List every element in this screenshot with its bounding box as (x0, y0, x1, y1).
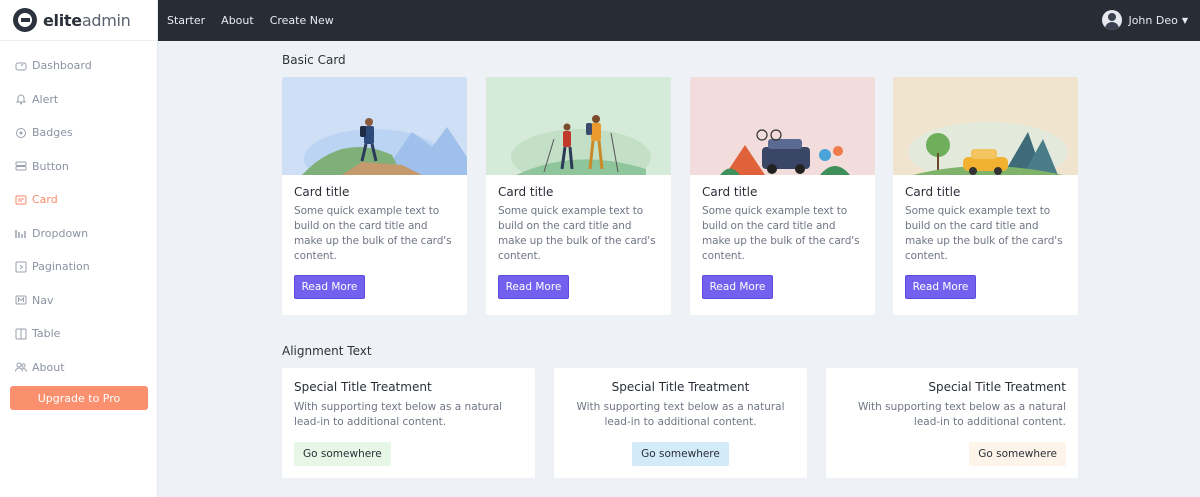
badge-icon (15, 127, 27, 139)
card-image (893, 77, 1078, 175)
button-icon (15, 160, 27, 172)
upgrade-to-pro-button[interactable]: Upgrade to Pro (10, 386, 148, 410)
section-title-alignment-text: Alignment Text (282, 344, 372, 358)
read-more-button[interactable]: Read More (498, 275, 569, 299)
sidebar-item-dropdown[interactable]: Dropdown (0, 217, 157, 251)
card-image (282, 77, 467, 175)
card-text: With supporting text below as a natural … (857, 401, 1066, 428)
sidebar-item-label: Dropdown (32, 226, 89, 240)
card-image (486, 77, 671, 175)
brand-name: eliteadmin (43, 10, 131, 30)
card: Card title Some quick example text to bu… (282, 77, 467, 315)
card-title: Special Title Treatment (611, 380, 750, 394)
card-title: Card title (294, 185, 350, 199)
sidebar-item-pagination[interactable]: Pagination (0, 250, 157, 284)
logo-icon (13, 8, 37, 32)
sidebar-item-dashboard[interactable]: Dashboard (0, 49, 157, 83)
sidebar-item-label: Nav (32, 293, 54, 307)
card-text: With supporting text below as a natural … (294, 401, 503, 428)
caret-down-icon: ▼ (1181, 15, 1188, 25)
sidebar-item-badges[interactable]: Badges (0, 116, 157, 150)
card-image (690, 77, 875, 175)
sidebar-item-label: Dashboard (32, 59, 92, 73)
read-more-button[interactable]: Read More (905, 275, 976, 299)
table-icon (15, 328, 27, 340)
nav-link-starter[interactable]: Starter (167, 14, 205, 27)
sidebar-item-label: Table (32, 327, 61, 341)
card-text: Some quick example text to build on the … (498, 205, 656, 262)
sidebar-item-nav[interactable]: Nav (0, 284, 157, 318)
alignment-card-center: Special Title Treatment With supporting … (554, 368, 807, 478)
avatar (1102, 10, 1123, 30)
card-title: Card title (702, 185, 758, 199)
sidebar-item-label: About (32, 360, 65, 374)
bell-icon (15, 93, 27, 105)
sidebar-item-label: Alert (32, 92, 59, 106)
dashboard-icon (15, 60, 27, 72)
card: Card title Some quick example text to bu… (486, 77, 671, 315)
user-name: John Deo (1128, 13, 1178, 27)
read-more-button[interactable]: Read More (702, 275, 773, 299)
card-text: Some quick example text to build on the … (294, 205, 452, 262)
sidebar-item-about[interactable]: About (0, 351, 157, 385)
nav-link-about[interactable]: About (221, 14, 254, 27)
topbar: Starter About Create New John Deo ▼ (158, 0, 1200, 41)
users-icon (15, 361, 27, 373)
sidebar-item-label: Button (32, 159, 69, 173)
card-title: Card title (498, 185, 554, 199)
card: Card title Some quick example text to bu… (690, 77, 875, 315)
nav-link-create-new[interactable]: Create New (270, 14, 334, 27)
go-somewhere-button[interactable]: Go somewhere (294, 442, 391, 466)
sidebar-item-label: Badges (32, 126, 73, 140)
card-icon (15, 194, 27, 206)
brand-logo[interactable]: eliteadmin (0, 0, 157, 41)
card-title: Special Title Treatment (294, 380, 432, 394)
sidebar: eliteadmin Dashboard Alert Badges Button… (0, 0, 158, 497)
read-more-button[interactable]: Read More (294, 275, 365, 299)
card: Card title Some quick example text to bu… (893, 77, 1078, 315)
pagination-icon (15, 261, 27, 273)
sidebar-item-alert[interactable]: Alert (0, 83, 157, 117)
nav-icon (15, 294, 27, 306)
user-menu[interactable]: John Deo ▼ (1102, 10, 1188, 30)
card-text: With supporting text below as a natural … (576, 401, 785, 428)
section-title-basic-card: Basic Card (282, 53, 346, 67)
go-somewhere-button[interactable]: Go somewhere (632, 442, 729, 466)
alignment-card-right: Special Title Treatment With supporting … (826, 368, 1078, 478)
go-somewhere-button[interactable]: Go somewhere (969, 442, 1066, 466)
sidebar-nav: Dashboard Alert Badges Button Card Dropd… (0, 41, 157, 384)
sidebar-item-card[interactable]: Card (0, 183, 157, 217)
dropdown-icon (15, 227, 27, 239)
sidebar-item-label: Card (32, 193, 58, 207)
card-title: Card title (905, 185, 961, 199)
card-text: Some quick example text to build on the … (905, 205, 1063, 262)
sidebar-item-table[interactable]: Table (0, 317, 157, 351)
sidebar-item-button[interactable]: Button (0, 150, 157, 184)
alignment-card-left: Special Title Treatment With supporting … (282, 368, 535, 478)
card-title: Special Title Treatment (928, 380, 1066, 394)
sidebar-item-label: Pagination (32, 260, 90, 274)
card-text: Some quick example text to build on the … (702, 205, 860, 262)
